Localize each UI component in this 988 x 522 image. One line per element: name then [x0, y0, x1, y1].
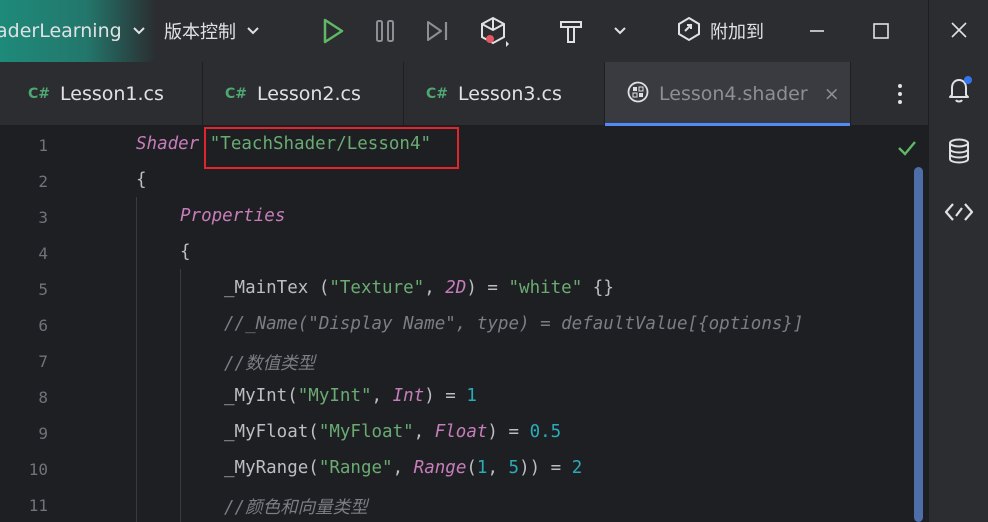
line-number: 2: [38, 172, 48, 191]
line-number: 6: [38, 316, 48, 335]
attach-label: 附加到: [710, 22, 764, 43]
tab-lesson2[interactable]: C# Lesson2.cs: [203, 62, 404, 126]
line-number: 7: [38, 352, 48, 371]
code-line-3: Properties: [180, 206, 286, 226]
tab-label: Lesson3.cs: [458, 83, 562, 105]
editor-tab-bar: C# Lesson1.cs C# Lesson2.cs C# Lesson3.c…: [0, 62, 928, 126]
line-number: 11: [28, 496, 48, 515]
code-line-5: _MainTex ("Texture", 2D) = "white" {}: [224, 278, 614, 298]
close-icon[interactable]: [943, 14, 975, 46]
indent-guide: [136, 197, 137, 522]
unity-debug-icon[interactable]: [476, 14, 510, 48]
title-bar: aderLearning 版本控制 附加到: [0, 0, 928, 62]
endpoints-icon[interactable]: [943, 196, 975, 228]
line-number: 5: [38, 280, 48, 299]
code-line-6: //_Name("Display Name", type) = defaultV…: [224, 314, 804, 334]
indent-guide: [180, 269, 181, 522]
line-number: 1: [38, 136, 48, 155]
vcs-label: 版本控制: [164, 22, 236, 43]
line-number-gutter: 1 2 3 4 5 6 7 8 9 10 11: [0, 127, 110, 522]
line-number: 9: [38, 424, 48, 443]
highlight-annotation-box: [204, 127, 459, 169]
chevron-down-icon: [132, 26, 146, 36]
csharp-icon: C#: [225, 86, 248, 102]
pause-icon[interactable]: [368, 14, 402, 48]
minimize-icon[interactable]: [800, 14, 834, 48]
attach-to-process-button[interactable]: 附加到: [676, 0, 764, 62]
csharp-icon: C#: [426, 86, 449, 102]
tab-lesson1[interactable]: C# Lesson1.cs: [0, 62, 203, 126]
code-editor[interactable]: 1 2 3 4 5 6 7 8 9 10 11 Shader "TeachSha…: [0, 127, 928, 522]
tab-lesson4-shader[interactable]: Lesson4.shader ×: [605, 62, 851, 126]
bell-icon[interactable]: [943, 74, 975, 106]
hammer-icon[interactable]: [554, 14, 588, 48]
chevron-down-icon[interactable]: [603, 14, 637, 48]
run-triangle-icon[interactable]: [316, 14, 350, 48]
csharp-icon: C#: [28, 86, 51, 102]
line-number: 10: [28, 460, 48, 479]
code-line-7: //数值类型: [224, 354, 316, 374]
tab-label: Lesson2.cs: [257, 83, 361, 105]
code-line-4: {: [180, 242, 191, 262]
attach-process-icon: [676, 16, 702, 46]
code-line-8: _MyInt("MyInt", Int) = 1: [224, 386, 477, 406]
notification-badge: [964, 76, 972, 84]
code-line-2: {: [136, 170, 147, 190]
project-name: aderLearning: [0, 20, 122, 42]
code-line-10: _MyRange("Range", Range(1, 5)) = 2: [224, 458, 583, 478]
tab-label: Lesson1.cs: [60, 83, 164, 105]
line-number: 3: [38, 208, 48, 227]
line-number: 8: [38, 388, 48, 407]
tab-lesson3[interactable]: C# Lesson3.cs: [404, 62, 605, 126]
maximize-icon[interactable]: [864, 14, 898, 48]
step-icon[interactable]: [421, 14, 455, 48]
active-tab-indicator: [605, 123, 850, 126]
close-tab-icon[interactable]: ×: [824, 83, 840, 105]
vertical-scrollbar[interactable]: [914, 167, 923, 522]
shader-file-icon: [627, 81, 649, 107]
vcs-menu[interactable]: 版本控制: [164, 0, 260, 62]
database-icon[interactable]: [943, 135, 975, 167]
tab-label: Lesson4.shader: [659, 83, 808, 105]
line-number: 4: [38, 244, 48, 263]
chevron-down-icon: [246, 26, 260, 36]
code-line-9: _MyFloat("MyFloat", Float) = 0.5: [224, 422, 562, 442]
more-vertical-icon[interactable]: [886, 78, 914, 110]
check-icon[interactable]: [896, 137, 918, 159]
code-line-11: //颜色和向量类型: [224, 498, 368, 518]
right-tool-strip: [928, 0, 988, 522]
project-selector[interactable]: aderLearning: [0, 0, 156, 62]
